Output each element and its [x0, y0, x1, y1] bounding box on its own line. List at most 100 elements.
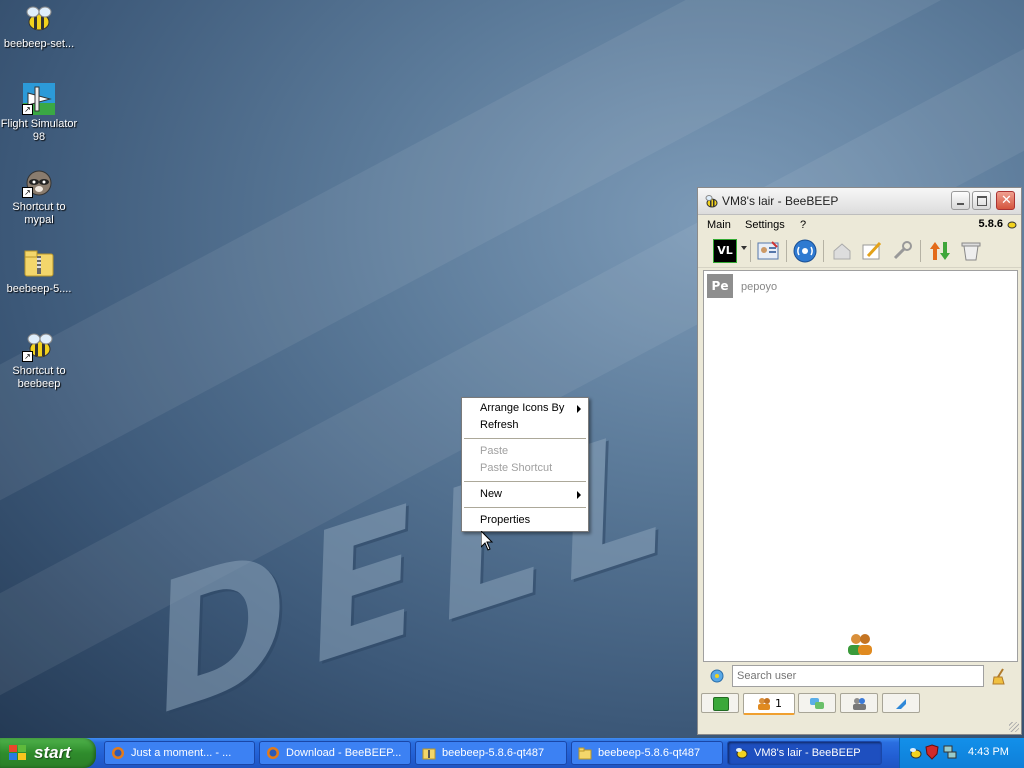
- tab-chat[interactable]: [701, 693, 739, 713]
- desktop-icon-label: Shortcut to beebeep: [12, 365, 66, 390]
- submenu-arrow-icon: [577, 491, 581, 499]
- firefox-icon: [111, 746, 125, 760]
- menu-separator: [464, 481, 586, 482]
- menu-separator: [464, 507, 586, 508]
- tab-groups[interactable]: [840, 693, 878, 713]
- desktop-icon-mypal[interactable]: ↗ Shortcut to mypal: [0, 166, 78, 227]
- taskbar-item[interactable]: beebeep-5.8.6-qt487: [571, 741, 723, 765]
- broadcast-icon: [793, 239, 817, 263]
- share-files-button[interactable]: [928, 239, 952, 263]
- taskbar-item-label: beebeep-5.8.6-qt487: [598, 747, 701, 759]
- menu-item-paste-shortcut[interactable]: Paste Shortcut: [462, 460, 588, 477]
- bin-icon: [961, 242, 981, 261]
- search-options-icon[interactable]: [709, 668, 725, 684]
- taskbar-item[interactable]: VM8's lair - BeeBEEP: [727, 741, 882, 765]
- bee-icon: [1006, 218, 1018, 230]
- toolbar-separator: [786, 240, 787, 262]
- resize-grip[interactable]: [1009, 722, 1019, 732]
- desktop-icon-beebeep-zip[interactable]: beebeep-5....: [0, 248, 78, 296]
- desktop-icon-label: Flight Simulator 98: [0, 118, 78, 143]
- taskbar-item[interactable]: Download - BeeBEEP...: [259, 741, 411, 765]
- desktop-icon-flight-simulator[interactable]: ↗ Flight Simulator 98: [0, 83, 78, 144]
- system-tray: 4:43 PM: [899, 738, 1024, 768]
- network-button[interactable]: [793, 239, 817, 263]
- beebeep-window: VM8's lair - BeeBEEP ✕ Main Settings ? 5…: [697, 187, 1022, 735]
- desktop-icon-beebeep-setup[interactable]: beebeep-set...: [0, 3, 78, 51]
- user-count: 1: [775, 697, 782, 710]
- taskbar-item[interactable]: beebeep-5.8.6-qt487: [415, 741, 567, 765]
- chat-bubble-icon: [713, 697, 729, 711]
- close-button[interactable]: ✕: [996, 191, 1015, 210]
- raccoon-icon: ↗: [22, 166, 56, 198]
- bee-icon[interactable]: [908, 744, 922, 760]
- minimize-icon: [957, 203, 964, 205]
- clear-broom-icon[interactable]: [991, 667, 1009, 685]
- windows-flag-icon: [9, 745, 27, 761]
- profile-card-icon: [757, 241, 779, 260]
- user-name: pepoyo: [741, 281, 778, 293]
- up-down-arrows-icon: [930, 242, 950, 260]
- group-icon: [852, 697, 867, 710]
- search-row: [703, 664, 1016, 690]
- taskbar-item-label: beebeep-5.8.6-qt487: [442, 747, 545, 759]
- tab-files[interactable]: [882, 693, 920, 713]
- menu-item-label: Arrange Icons By: [480, 402, 565, 414]
- version-label: 5.8.6: [978, 218, 1003, 230]
- user-list[interactable]: Pe pepoyo: [703, 270, 1018, 662]
- menu-item-refresh[interactable]: Refresh: [462, 417, 588, 434]
- status-badge[interactable]: VL: [713, 239, 737, 263]
- avatar: Pe: [707, 274, 733, 298]
- chats-icon: [810, 698, 824, 709]
- window-titlebar[interactable]: VM8's lair - BeeBEEP ✕: [698, 188, 1021, 215]
- bin-button[interactable]: [959, 239, 983, 263]
- firefox-icon: [266, 746, 280, 760]
- toolbar-separator: [823, 240, 824, 262]
- home-button[interactable]: [830, 239, 854, 263]
- bee-icon: [703, 193, 719, 209]
- window-title: VM8's lair - BeeBEEP: [722, 194, 839, 208]
- maximize-icon: [977, 196, 987, 206]
- tab-chats[interactable]: [798, 693, 836, 713]
- shortcut-arrow-icon: ↗: [22, 187, 33, 198]
- users-icon: [845, 631, 875, 657]
- close-icon: ✕: [1001, 193, 1012, 208]
- menu-item-properties[interactable]: Properties: [462, 512, 588, 529]
- house-icon: [833, 243, 851, 260]
- zip-folder-icon: [422, 746, 436, 760]
- tab-users[interactable]: 1: [743, 693, 795, 715]
- wrench-icon: [893, 241, 912, 260]
- pencil-icon: [862, 241, 882, 260]
- menu-item-arrange-icons-by[interactable]: Arrange Icons By: [462, 400, 588, 417]
- toolbar-separator: [750, 240, 751, 262]
- bee-icon: ↗: [22, 330, 56, 362]
- profile-card-button[interactable]: [756, 239, 780, 263]
- taskbar-item-label: Download - BeeBEEP...: [286, 747, 402, 759]
- menu-item-paste[interactable]: Paste: [462, 443, 588, 460]
- menu-main[interactable]: Main: [707, 219, 731, 231]
- menu-separator: [464, 438, 586, 439]
- desktop-icon-label: beebeep-set...: [3, 38, 75, 50]
- chevron-down-icon[interactable]: [741, 246, 747, 250]
- start-label: start: [34, 743, 71, 762]
- menu-help[interactable]: ?: [800, 219, 806, 231]
- menu-item-label: Paste: [480, 445, 509, 457]
- shortcut-arrow-icon: ↗: [22, 351, 33, 362]
- taskbar-item-label: Just a moment... - ...: [131, 747, 232, 759]
- desktop-icon-label: beebeep-5....: [6, 283, 72, 295]
- menu-settings[interactable]: Settings: [745, 219, 785, 231]
- taskbar-item-label: VM8's lair - BeeBEEP: [754, 747, 861, 759]
- tools-button[interactable]: [890, 239, 914, 263]
- network-icon[interactable]: [943, 744, 957, 760]
- start-button[interactable]: start: [0, 738, 96, 768]
- menu-item-new[interactable]: New: [462, 486, 588, 503]
- menu-item-label: New: [480, 488, 503, 500]
- shield-icon[interactable]: [925, 744, 939, 760]
- write-message-button[interactable]: [860, 239, 884, 263]
- zip-folder-icon: [22, 248, 56, 280]
- taskbar-item[interactable]: Just a moment... - ...: [104, 741, 255, 765]
- airplane-icon: ↗: [22, 83, 56, 115]
- desktop-icon-beebeep-shortcut[interactable]: ↗ Shortcut to beebeep: [0, 330, 78, 391]
- maximize-button[interactable]: [972, 191, 991, 210]
- search-user-input[interactable]: [732, 665, 984, 687]
- minimize-button[interactable]: [951, 191, 970, 210]
